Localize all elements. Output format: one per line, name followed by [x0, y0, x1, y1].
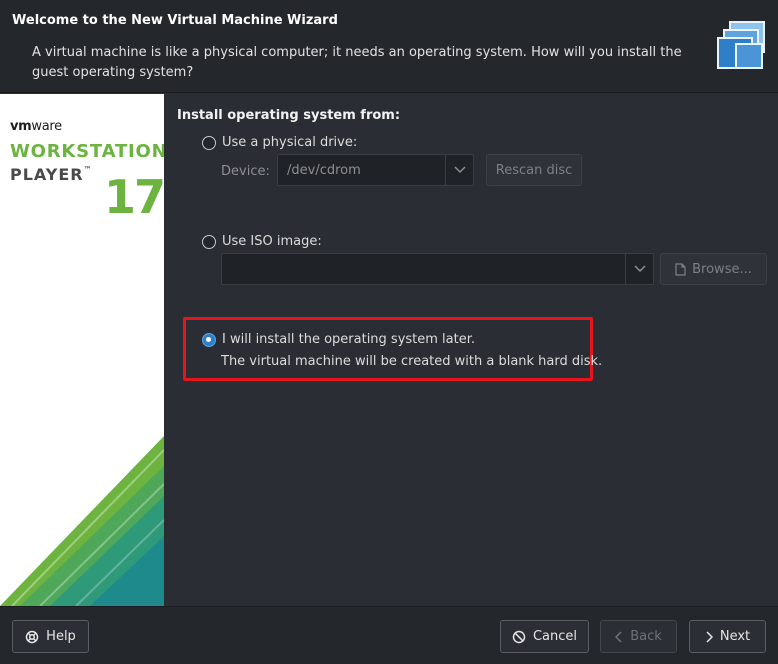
cancel-icon	[512, 630, 526, 643]
help-button[interactable]: Help	[12, 620, 89, 653]
wizard-description: A virtual machine is like a physical com…	[32, 45, 682, 80]
product-version: 17	[104, 170, 164, 224]
file-icon	[675, 262, 686, 276]
device-value: /dev/cdrom	[287, 163, 361, 178]
chevron-right-icon	[706, 630, 713, 643]
section-title: Install operating system from:	[177, 108, 401, 123]
iso-image-option[interactable]: Use ISO image:	[202, 234, 322, 249]
chevron-down-icon[interactable]	[445, 155, 473, 185]
install-later-radio[interactable]	[202, 332, 216, 347]
install-later-label: I will install the operating system late…	[222, 332, 476, 347]
browse-label: Browse...	[692, 261, 752, 277]
install-source-panel: Install operating system from: Use a phy…	[165, 94, 778, 606]
wizard-title: Welcome to the New Virtual Machine Wizar…	[12, 13, 338, 28]
browse-button[interactable]: Browse...	[660, 253, 767, 285]
iso-image-radio[interactable]	[202, 234, 216, 249]
back-label: Back	[630, 629, 662, 644]
install-later-description: The virtual machine will be created with…	[221, 354, 603, 369]
physical-drive-radio[interactable]	[202, 135, 216, 150]
chevron-left-icon	[615, 630, 622, 643]
wizard-footer: Help Cancel Back Next	[0, 606, 778, 664]
product-name-line2: PLAYER™	[10, 165, 93, 184]
physical-drive-option[interactable]: Use a physical drive:	[202, 135, 357, 150]
iso-path-select[interactable]	[221, 253, 654, 285]
lifebuoy-icon	[25, 630, 39, 643]
banner-decoration	[0, 436, 164, 606]
iso-image-label: Use ISO image:	[222, 234, 322, 249]
vmware-logo: vmware	[10, 119, 62, 134]
help-label: Help	[46, 629, 76, 644]
physical-drive-label: Use a physical drive:	[222, 135, 358, 150]
next-label: Next	[719, 629, 751, 644]
next-button[interactable]: Next	[689, 620, 766, 653]
rescan-disc-label: Rescan disc	[495, 162, 573, 178]
device-label: Device:	[221, 164, 270, 179]
product-banner: vmware WORKSTATION PLAYER™ 17	[0, 94, 164, 606]
product-name-line1: WORKSTATION	[10, 141, 164, 162]
cancel-button[interactable]: Cancel	[500, 620, 589, 653]
device-select[interactable]: /dev/cdrom	[277, 154, 474, 186]
rescan-disc-button[interactable]: Rescan disc	[486, 154, 582, 186]
selection-highlight	[183, 317, 593, 381]
wizard-header: Welcome to the New Virtual Machine Wizar…	[0, 0, 778, 93]
virtual-machines-icon	[717, 21, 765, 69]
chevron-down-icon[interactable]	[625, 254, 653, 284]
back-button[interactable]: Back	[600, 620, 677, 653]
cancel-label: Cancel	[532, 629, 578, 644]
install-later-option[interactable]: I will install the operating system late…	[202, 332, 475, 347]
